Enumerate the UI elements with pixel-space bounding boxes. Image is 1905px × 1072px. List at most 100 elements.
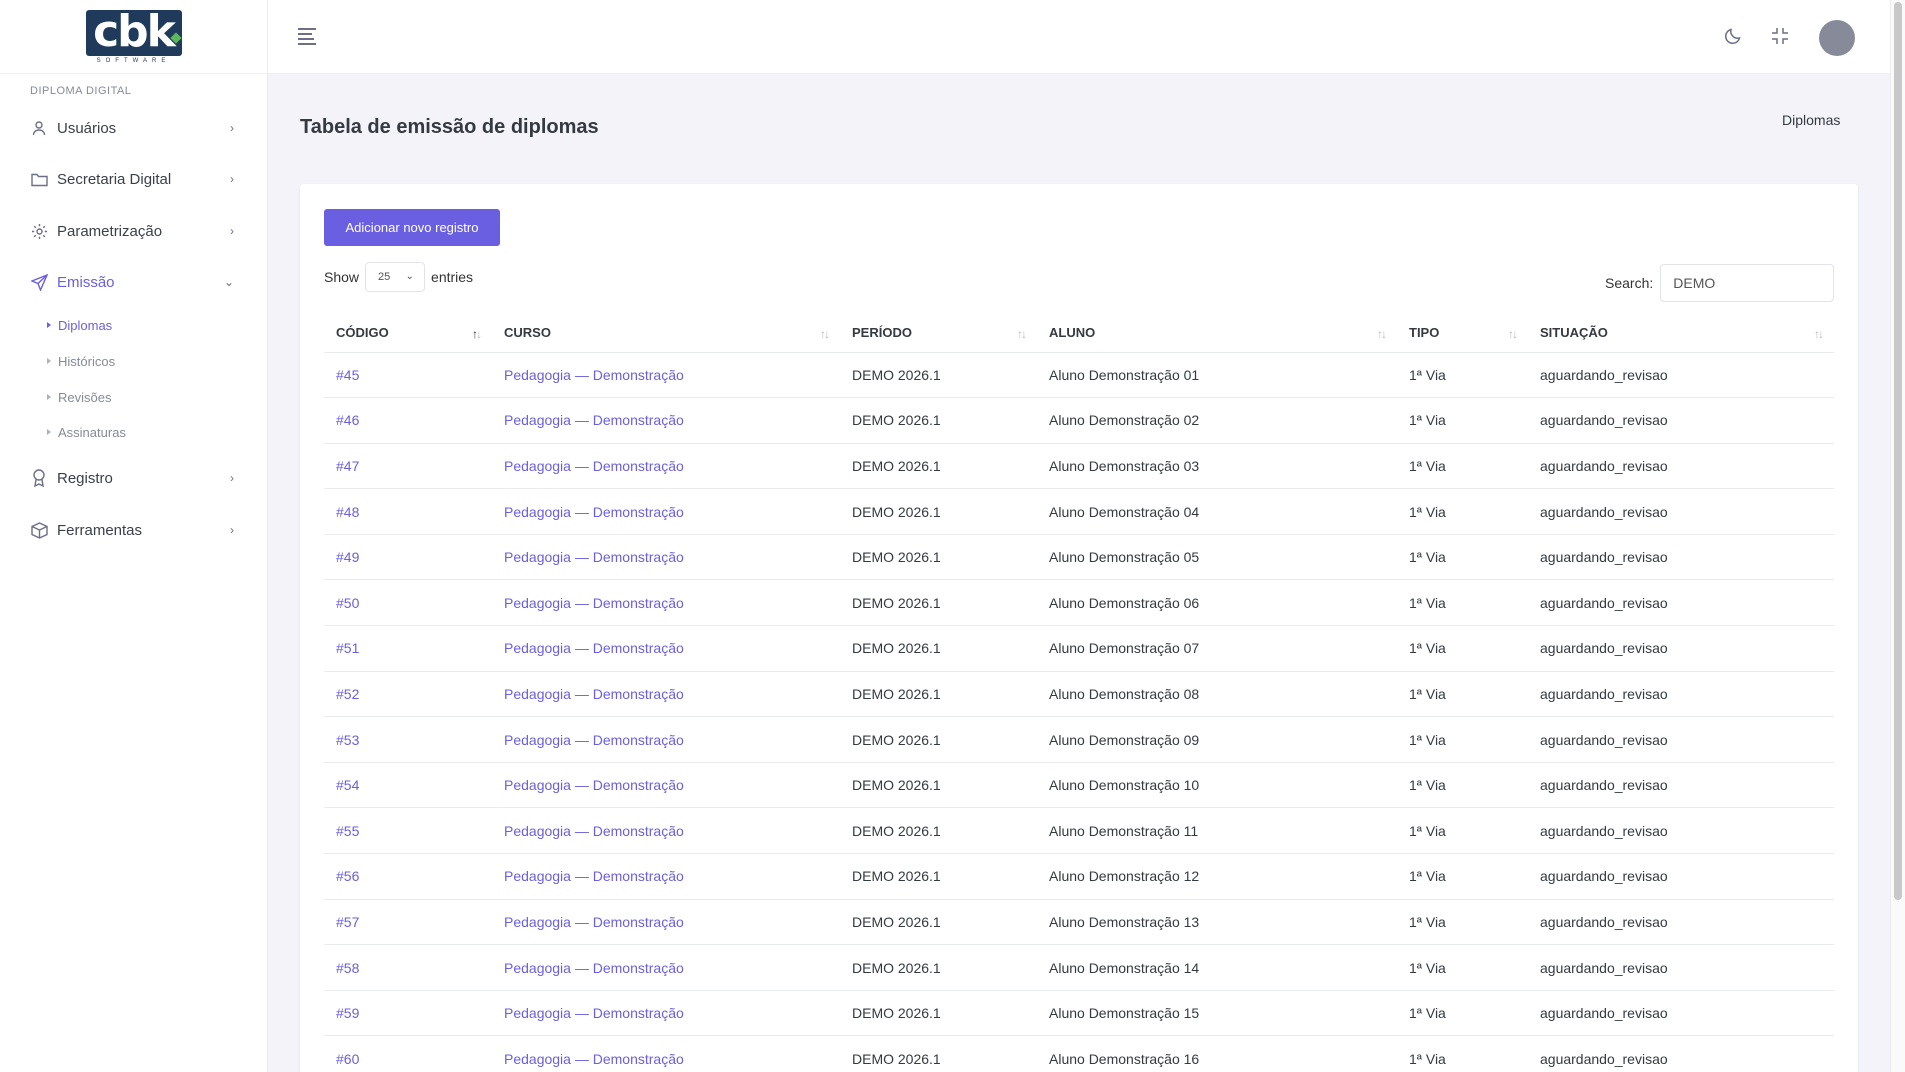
cell-codigo[interactable]: #46 <box>324 397 492 444</box>
column-header-aluno[interactable]: Aluno ↑↓ <box>1037 314 1397 353</box>
cell-curso[interactable]: Pedagogia — Demonstração <box>492 397 840 444</box>
cell-codigo[interactable]: #59 <box>324 990 492 1037</box>
cell-codigo[interactable]: #57 <box>324 899 492 946</box>
cell-curso[interactable]: Pedagogia — Demonstração <box>492 853 840 900</box>
cell-codigo[interactable]: #48 <box>324 488 492 535</box>
cell-codigo[interactable]: #56 <box>324 853 492 900</box>
entries-length-control: Show 25 ⌄ entries <box>324 262 473 292</box>
cell-tipo: 1ª Via <box>1397 671 1528 718</box>
cell-aluno: Aluno Demonstração 15 <box>1037 990 1397 1037</box>
chevron-right-icon: › <box>230 121 234 135</box>
cell-situacao: aguardando_revisao <box>1528 397 1834 444</box>
add-record-button[interactable]: Adicionar novo registro <box>324 209 500 246</box>
cell-curso[interactable]: Pedagogia — Demonstração <box>492 990 840 1037</box>
menu-section-title: DIPLOMA DIGITAL <box>30 85 132 97</box>
cell-periodo: DEMO 2026.1 <box>840 488 1037 535</box>
cell-aluno: Aluno Demonstração 03 <box>1037 443 1397 490</box>
table-row: #47 Pedagogia — Demonstração DEMO 2026.1 Al… <box>324 443 1834 490</box>
sidebar-item-usuarios[interactable]: Usuários › <box>0 110 268 146</box>
column-header-situacao[interactable]: Situação ↑↓ <box>1528 314 1834 353</box>
cell-tipo: 1ª Via <box>1397 579 1528 627</box>
column-header-tipo[interactable]: Tipo ↑↓ <box>1397 314 1528 353</box>
cell-curso[interactable]: Pedagogia — Demonstração <box>492 807 840 855</box>
cell-curso[interactable]: Pedagogia — Demonstração <box>492 1035 840 1072</box>
cell-curso[interactable]: Pedagogia — Demonstração <box>492 488 840 535</box>
cell-tipo: 1ª Via <box>1397 443 1528 490</box>
cell-curso[interactable]: Pedagogia — Demonstração <box>492 625 840 672</box>
table-row: #59 Pedagogia — Demonstração DEMO 2026.1 Al… <box>324 990 1834 1037</box>
chevron-right-icon: › <box>230 523 234 537</box>
cell-codigo[interactable]: #55 <box>324 807 492 855</box>
send-icon <box>30 273 48 291</box>
cell-tipo: 1ª Via <box>1397 807 1528 855</box>
logo-area: cbk SOFTWARE <box>0 0 267 74</box>
table-row: #57 Pedagogia — Demonstração DEMO 2026.1 Al… <box>324 899 1834 946</box>
cell-tipo: 1ª Via <box>1397 899 1528 946</box>
chevron-right-icon: › <box>230 172 234 186</box>
cell-curso[interactable]: Pedagogia — Demonstração <box>492 671 840 718</box>
cell-codigo[interactable]: #52 <box>324 671 492 718</box>
table-row: #60 Pedagogia — Demonstração DEMO 2026.1 Al… <box>324 1035 1834 1072</box>
cell-tipo: 1ª Via <box>1397 534 1528 581</box>
search-input[interactable] <box>1660 264 1835 302</box>
cell-codigo[interactable]: #54 <box>324 762 492 809</box>
cell-tipo: 1ª Via <box>1397 853 1528 900</box>
sidebar-item-registro[interactable]: Registro › <box>0 460 268 496</box>
chevron-down-icon: ⌄ <box>223 275 234 289</box>
sidebar-subitem-revisoes[interactable]: Revisões <box>0 383 268 411</box>
cell-curso[interactable]: Pedagogia — Demonstração <box>492 443 840 490</box>
cell-periodo: DEMO 2026.1 <box>840 944 1037 991</box>
table-row: #51 Pedagogia — Demonstração DEMO 2026.1 Al… <box>324 625 1834 672</box>
cell-periodo: DEMO 2026.1 <box>840 762 1037 809</box>
cell-tipo: 1ª Via <box>1397 352 1528 399</box>
column-header-periodo[interactable]: Período ↑↓ <box>840 314 1037 353</box>
cell-curso[interactable]: Pedagogia — Demonstração <box>492 579 840 627</box>
cell-curso[interactable]: Pedagogia — Demonstração <box>492 762 840 809</box>
cell-codigo[interactable]: #50 <box>324 579 492 627</box>
cell-codigo[interactable]: #58 <box>324 944 492 991</box>
cell-tipo: 1ª Via <box>1397 990 1528 1037</box>
sidebar-item-secretaria-digital[interactable]: Secretaria Digital › <box>0 161 268 197</box>
cell-codigo[interactable]: #60 <box>324 1035 492 1072</box>
cell-aluno: Aluno Demonstração 13 <box>1037 899 1397 946</box>
fullscreen-exit-icon[interactable] <box>1768 24 1792 48</box>
cell-codigo[interactable]: #51 <box>324 625 492 672</box>
sidebar-subitem-assinaturas[interactable]: Assinaturas <box>0 418 268 446</box>
cell-situacao: aguardando_revisao <box>1528 443 1834 490</box>
sort-icon: ↑↓ <box>1377 327 1387 341</box>
scrollbar-thumb[interactable] <box>1894 2 1902 900</box>
menu-toggle-icon[interactable] <box>298 28 316 45</box>
sidebar-subitem-historicos[interactable]: Históricos <box>0 347 268 375</box>
cell-aluno: Aluno Demonstração 14 <box>1037 944 1397 991</box>
cell-curso[interactable]: Pedagogia — Demonstração <box>492 352 840 399</box>
sidebar-item-parametrizacao[interactable]: Parametrização › <box>0 213 268 249</box>
table-body: #45 Pedagogia — Demonstração DEMO 2026.1 Al… <box>324 352 1834 1072</box>
cell-codigo[interactable]: #47 <box>324 443 492 490</box>
box-icon <box>30 521 48 539</box>
entries-select[interactable]: 25 ⌄ <box>365 262 426 292</box>
sidebar-item-ferramentas[interactable]: Ferramentas › <box>0 512 268 548</box>
cell-situacao: aguardando_revisao <box>1528 625 1834 672</box>
cell-aluno: Aluno Demonstração 06 <box>1037 579 1397 627</box>
moon-icon[interactable] <box>1721 24 1745 48</box>
column-header-codigo[interactable]: Código ↑↓ <box>324 314 492 353</box>
avatar[interactable] <box>1819 20 1855 56</box>
cell-periodo: DEMO 2026.1 <box>840 579 1037 627</box>
cell-curso[interactable]: Pedagogia — Demonstração <box>492 899 840 946</box>
table-row: #49 Pedagogia — Demonstração DEMO 2026.1 Al… <box>324 534 1834 581</box>
cell-codigo[interactable]: #45 <box>324 352 492 399</box>
brand-logo[interactable]: cbk SOFTWARE <box>85 8 182 66</box>
cell-curso[interactable]: Pedagogia — Demonstração <box>492 534 840 581</box>
cell-aluno: Aluno Demonstração 16 <box>1037 1035 1397 1072</box>
table-row: #55 Pedagogia — Demonstração DEMO 2026.1 Al… <box>324 807 1834 855</box>
cell-curso[interactable]: Pedagogia — Demonstração <box>492 944 840 991</box>
sidebar: cbk SOFTWARE DIPLOMA DIGITAL Usuários › … <box>0 0 268 1072</box>
cell-codigo[interactable]: #53 <box>324 716 492 763</box>
cell-codigo[interactable]: #49 <box>324 534 492 581</box>
sidebar-subitem-diplomas[interactable]: Diplomas <box>0 311 268 339</box>
column-header-curso[interactable]: Curso ↑↓ <box>492 314 840 353</box>
topbar <box>268 0 1890 74</box>
sidebar-item-emissao[interactable]: Emissão ⌄ <box>0 264 268 300</box>
cell-curso[interactable]: Pedagogia — Demonstração <box>492 716 840 763</box>
breadcrumb[interactable]: Diplomas <box>1782 112 1840 128</box>
